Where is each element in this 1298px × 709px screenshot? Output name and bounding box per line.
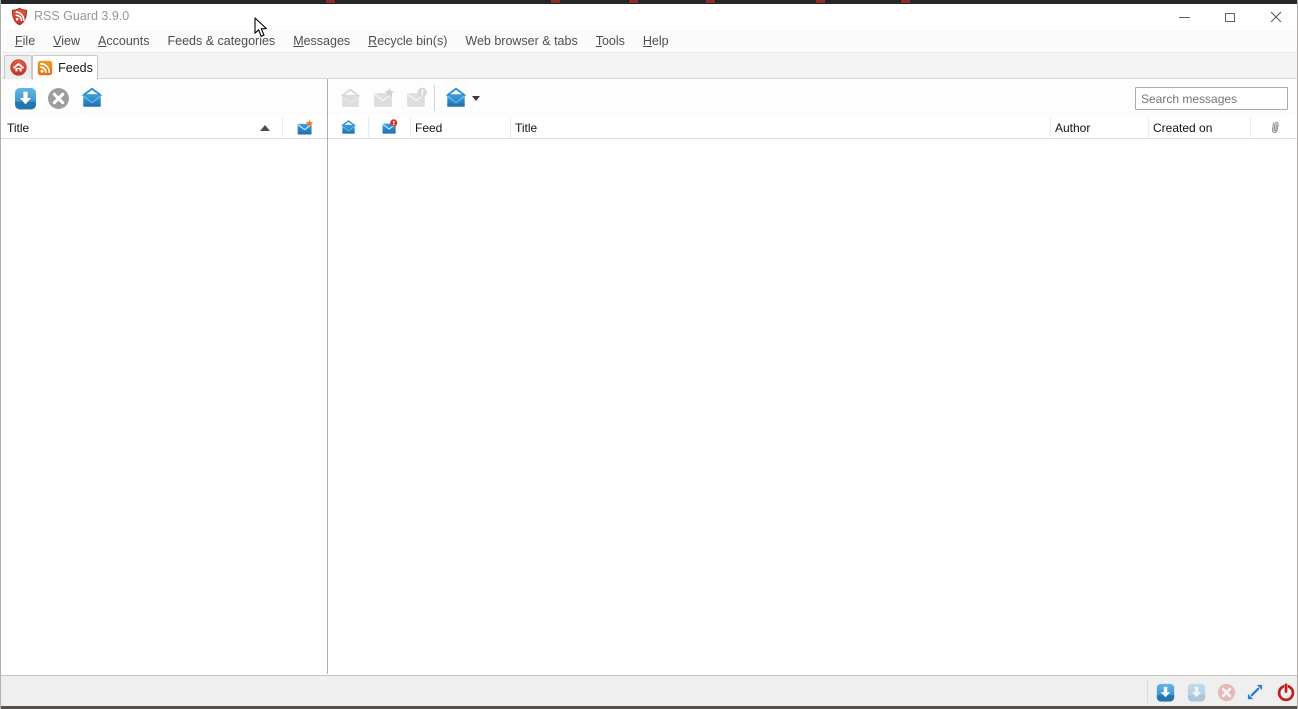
close-button[interactable] xyxy=(1253,4,1297,30)
fullscreen-arrows-icon xyxy=(1247,684,1263,700)
maximize-button[interactable] xyxy=(1207,4,1253,30)
message-column-title-label: Title xyxy=(515,120,538,135)
rss-guard-window: RSS Guard 3.9.0 File View Accounts Feeds… xyxy=(0,0,1298,709)
message-column-feed[interactable]: Feed xyxy=(411,116,511,139)
message-column-importance[interactable] xyxy=(369,116,411,139)
tab-home[interactable] xyxy=(4,55,32,79)
update-all-feeds-button[interactable] xyxy=(13,86,37,110)
statusbar-update-selected-button xyxy=(1185,681,1207,703)
statusbar-quit-button[interactable] xyxy=(1275,681,1297,703)
menu-accounts[interactable]: Accounts xyxy=(89,31,158,51)
menubar: File View Accounts Feeds & categories Me… xyxy=(2,30,1297,53)
cancel-icon xyxy=(1217,683,1235,701)
feed-column-title[interactable]: Title xyxy=(1,116,283,139)
menu-feeds-categories[interactable]: Feeds & categories xyxy=(158,31,284,51)
envelope-exclamation-red-icon xyxy=(382,119,398,134)
rss-icon xyxy=(37,60,53,76)
maximize-icon xyxy=(1225,12,1235,22)
cancel-icon xyxy=(47,87,69,109)
message-list-header: Feed Title Author Created on xyxy=(328,116,1297,139)
statusbar-stop-update-button xyxy=(1215,681,1237,703)
envelope-exclamation-gray-icon xyxy=(406,87,427,107)
stop-running-update-button[interactable] xyxy=(46,86,70,110)
mark-selection-read-button[interactable] xyxy=(444,86,468,110)
minimize-icon xyxy=(1178,16,1190,18)
mark-all-read-button[interactable] xyxy=(80,86,104,110)
panel-splitter[interactable] xyxy=(327,79,328,674)
feed-column-counts[interactable] xyxy=(283,117,327,139)
tab-strip: Feeds xyxy=(2,53,1297,80)
mark-important-button xyxy=(404,86,428,110)
envelope-open-blue-icon xyxy=(341,120,355,134)
search-input[interactable] xyxy=(1135,87,1288,110)
message-column-feed-label: Feed xyxy=(415,120,443,135)
message-column-created-on-label: Created on xyxy=(1153,120,1213,135)
chevron-down-icon[interactable] xyxy=(472,96,480,101)
download-icon xyxy=(1187,683,1205,702)
power-icon xyxy=(1277,683,1295,702)
message-list[interactable] xyxy=(328,139,1297,674)
message-column-attachment[interactable] xyxy=(1251,117,1297,139)
app-shield-icon xyxy=(10,7,29,26)
close-icon xyxy=(1270,11,1282,23)
message-column-read[interactable] xyxy=(328,116,369,139)
feed-list-header: Title xyxy=(1,116,327,139)
envelope-open-gray-icon xyxy=(340,88,360,107)
envelope-open-blue-icon xyxy=(82,87,102,107)
attachment-icon xyxy=(1271,121,1279,133)
statusbar xyxy=(1,675,1297,706)
menu-web-browser-tabs[interactable]: Web browser & tabs xyxy=(456,31,586,51)
statusbar-update-all-button[interactable] xyxy=(1154,681,1176,703)
titlebar: RSS Guard 3.9.0 xyxy=(1,4,1297,30)
tab-feeds[interactable]: Feeds xyxy=(32,55,98,80)
toolbar-zone xyxy=(2,79,1297,117)
statusbar-fullscreen-button[interactable] xyxy=(1244,681,1266,703)
message-column-created-on[interactable]: Created on xyxy=(1149,116,1251,139)
envelope-open-blue-icon xyxy=(446,87,466,107)
download-icon xyxy=(14,87,36,109)
feed-column-title-label: Title xyxy=(7,120,30,135)
window-title: RSS Guard 3.9.0 xyxy=(34,9,130,23)
message-column-author-label: Author xyxy=(1055,120,1091,135)
envelope-star-gray-icon xyxy=(373,87,394,107)
menu-messages[interactable]: Messages xyxy=(284,31,359,51)
home-icon xyxy=(9,59,27,76)
download-icon xyxy=(1156,683,1174,702)
menu-view[interactable]: View xyxy=(44,31,89,51)
mark-starred-button xyxy=(371,86,395,110)
message-column-author[interactable]: Author xyxy=(1051,116,1149,139)
toolbar-separator xyxy=(434,85,435,111)
feed-list[interactable] xyxy=(1,139,327,674)
mark-read-button xyxy=(338,86,362,110)
sort-ascending-icon xyxy=(260,124,270,131)
menu-recycle-bins[interactable]: Recycle bin(s) xyxy=(359,31,456,51)
message-column-title[interactable]: Title xyxy=(511,116,1051,139)
menu-file[interactable]: File xyxy=(6,31,44,51)
menu-tools[interactable]: Tools xyxy=(587,31,634,51)
statusbar-separator xyxy=(1147,680,1148,703)
minimize-button[interactable] xyxy=(1161,4,1207,30)
menu-help[interactable]: Help xyxy=(634,31,678,51)
envelope-star-blue-icon xyxy=(297,119,314,135)
tab-feeds-label: Feeds xyxy=(58,61,93,75)
